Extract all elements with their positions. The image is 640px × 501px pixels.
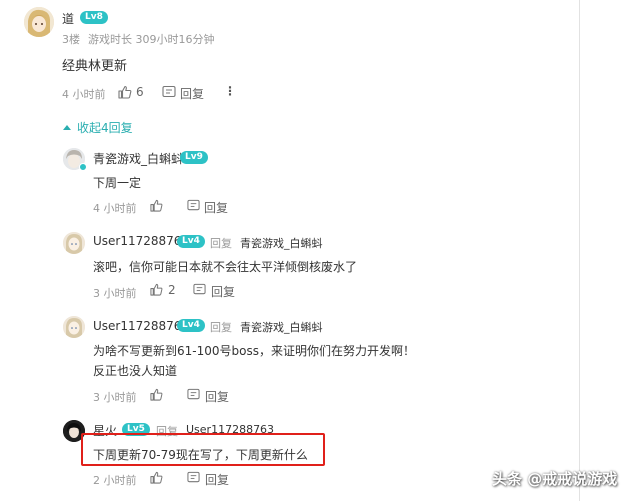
comment-icon[interactable]	[162, 85, 176, 99]
comment-icon[interactable]	[187, 199, 200, 212]
reply-time: 2 小时前	[93, 474, 137, 487]
comment-icon[interactable]	[187, 388, 200, 401]
avatar-image	[63, 316, 85, 338]
comment-time: 4 小时前	[62, 88, 106, 101]
reply-text-line-1: 为啥不写更新到61-100号boss，来证明你们在努力开发啊！	[93, 344, 415, 358]
comment-username[interactable]: 道	[62, 10, 74, 27]
reply-to-label: 回复	[210, 321, 232, 334]
comment-text: 经典林更新	[62, 59, 128, 74]
reply-button[interactable]: 回复	[205, 388, 229, 405]
avatar-image	[63, 232, 85, 254]
reply-time: 3 小时前	[93, 391, 137, 404]
level-badge: Lv4	[177, 319, 205, 332]
level-badge: Lv9	[180, 151, 208, 164]
thumbs-up-icon[interactable]	[150, 471, 163, 484]
floor-number: 3楼	[62, 33, 80, 46]
more-options-icon[interactable]: ⋮	[224, 84, 236, 98]
collapse-replies-label[interactable]: 收起4回复	[77, 119, 133, 136]
thumbs-up-icon[interactable]	[118, 85, 132, 99]
level-badge: Lv4	[177, 235, 205, 248]
scrollbar-track	[579, 0, 580, 501]
chevron-up-icon	[63, 125, 71, 130]
reply-button[interactable]: 回复	[205, 471, 229, 488]
reply-time: 4 小时前	[93, 202, 137, 215]
like-count: 2	[168, 283, 176, 297]
level-badge: Lv8	[80, 11, 108, 24]
thumbs-up-icon[interactable]	[150, 283, 163, 296]
reply-username[interactable]: User117288763	[93, 319, 189, 333]
watermark: 头条 @戒戒说游戏	[492, 470, 618, 488]
verified-icon	[79, 163, 87, 171]
avatar[interactable]	[63, 316, 85, 338]
reply-to-username[interactable]: 青瓷游戏_白蝌蚪	[240, 319, 323, 335]
reply-time: 3 小时前	[93, 287, 137, 300]
reply-text: 下周更新70-79现在写了，下周更新什么	[93, 448, 308, 462]
reply-button[interactable]: 回复	[211, 283, 235, 300]
reply-username[interactable]: 青瓷游戏_白蝌蚪	[93, 150, 183, 167]
like-count: 6	[136, 85, 144, 99]
avatar[interactable]	[63, 232, 85, 254]
reply-button[interactable]: 回复	[204, 199, 228, 216]
thumbs-up-icon[interactable]	[150, 199, 163, 212]
reply-username[interactable]: User117288763	[93, 234, 189, 248]
avatar[interactable]	[24, 7, 54, 37]
reply-text: 滚吧，信你可能日本就不会往太平洋倾倒核废水了	[93, 260, 358, 274]
reply-button[interactable]: 回复	[180, 85, 204, 102]
avatar-image	[24, 7, 54, 37]
reply-to-username[interactable]: 青瓷游戏_白蝌蚪	[240, 235, 323, 251]
reply-text: 下周一定	[93, 176, 142, 190]
reply-text-line-2: 反正也没人知道	[93, 364, 178, 378]
playtime: 游戏时长 309小时16分钟	[88, 33, 215, 46]
reply-to-label: 回复	[210, 237, 232, 250]
comment-icon[interactable]	[193, 283, 206, 296]
comment-icon[interactable]	[187, 471, 200, 484]
thumbs-up-icon[interactable]	[150, 388, 163, 401]
